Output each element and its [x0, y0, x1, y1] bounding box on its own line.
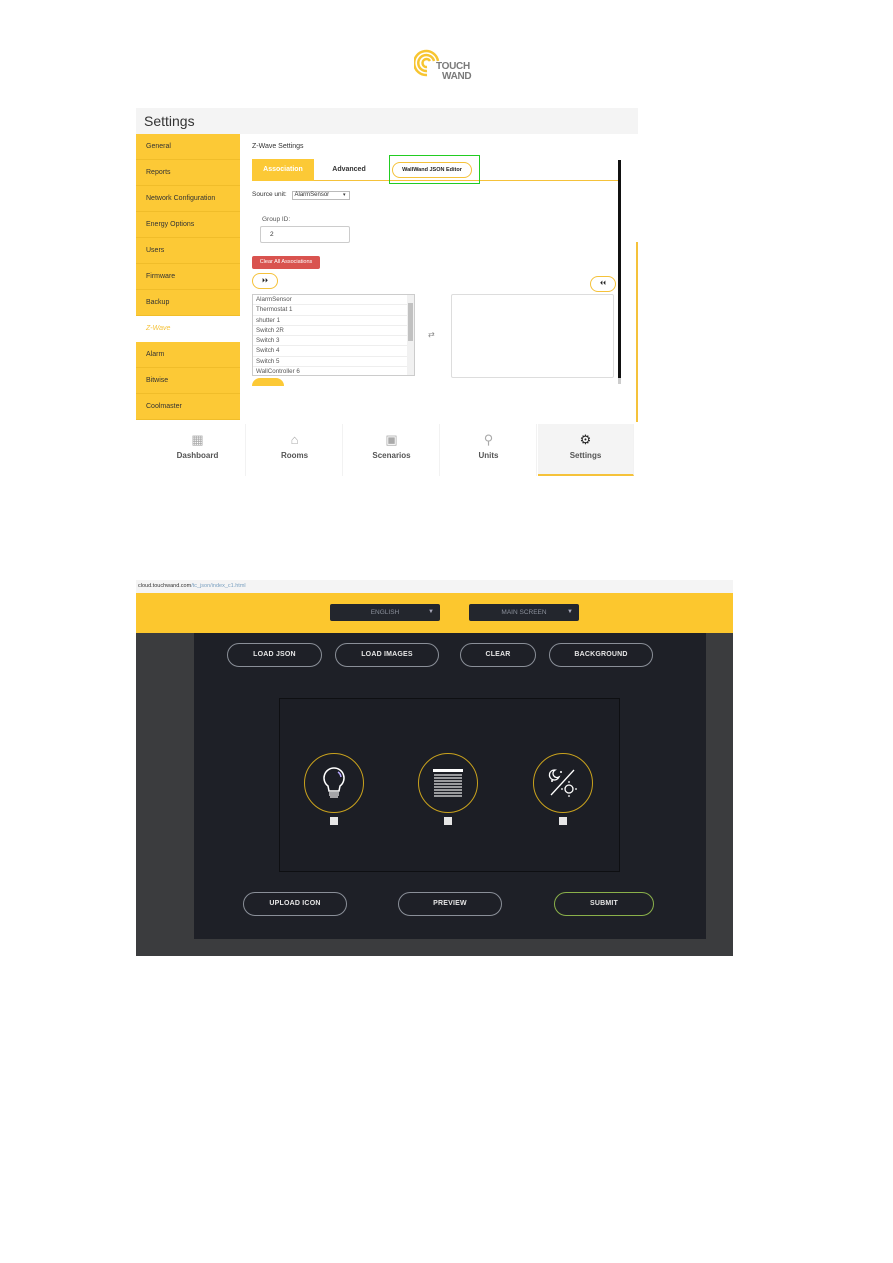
scrollbar-thumb[interactable] [408, 303, 413, 341]
source-unit-select[interactable]: AlarmSensor ▾ [291, 191, 350, 200]
nav-units[interactable]: ⚲ Units [441, 424, 537, 476]
sidebar-item-backup[interactable]: Backup [136, 290, 240, 316]
sidebar-item-general[interactable]: General [136, 134, 240, 160]
zwave-section-title: Z-Wave Settings [252, 143, 304, 150]
submit-button[interactable]: SUBMIT [554, 892, 654, 916]
yellow-edge-accent [636, 242, 638, 422]
sidebar-item-energy-options[interactable]: Energy Options [136, 212, 240, 238]
gear-icon: ⚙ [579, 432, 592, 447]
nav-label: Units [478, 451, 499, 460]
editor-panel: LOAD JSON LOAD IMAGES CLEAR BACKGROUND U… [194, 633, 706, 939]
browser-url-bar[interactable]: cloud.touchwand.com/tc_json/index_c1.htm… [136, 580, 733, 593]
list-item[interactable]: Switch 2R [253, 326, 407, 337]
panel-scrollbar-track-end [618, 378, 621, 384]
light-bulb-button[interactable] [304, 753, 364, 813]
sidebar-item-coolmaster[interactable]: Coolmaster [136, 394, 240, 420]
day-night-button[interactable] [533, 753, 593, 813]
nav-label: Rooms [280, 451, 309, 460]
screen-canvas [279, 698, 620, 872]
chevron-down-icon: ▼ [567, 609, 573, 615]
source-unit-value: AlarmSensor [294, 192, 330, 198]
load-images-button[interactable]: LOAD IMAGES [335, 643, 439, 667]
source-unit-label: Source unit: [252, 191, 287, 198]
nav-label: Settings [569, 451, 602, 460]
list-item[interactable]: AlarmSensor [253, 295, 407, 306]
group-id-input[interactable]: 2 [260, 226, 350, 243]
sidebar-item-users[interactable]: Users [136, 238, 240, 264]
background-button[interactable]: BACKGROUND [549, 643, 653, 667]
zwave-settings-panel: Z-Wave Settings Association Advanced Wal… [250, 142, 626, 422]
list-item[interactable]: WallController 6 [253, 367, 407, 375]
associated-units-list[interactable] [451, 294, 614, 378]
double-chevron-right-icon: ⏵⏵ [261, 278, 268, 284]
language-select[interactable]: ENGLISH ▼ [330, 604, 440, 621]
language-select-value: ENGLISH [370, 609, 400, 616]
nav-label: Scenarios [372, 451, 411, 460]
list-item[interactable]: Switch 3 [253, 336, 407, 347]
sidebar-item-bitwise[interactable]: Bitwise [136, 368, 240, 394]
json-editor-screenshot: cloud.touchwand.com/tc_json/index_c1.htm… [136, 580, 733, 956]
chevron-down-icon: ▼ [428, 609, 434, 615]
touchwand-logo: TOUCH WAND [414, 48, 484, 86]
sidebar-item-alarm[interactable]: Alarm [136, 342, 240, 368]
move-left-button[interactable]: ⏴⏴ [590, 276, 616, 292]
rooms-icon: ⌂ [290, 432, 299, 447]
tab-advanced[interactable]: Advanced [314, 159, 384, 181]
source-unit-row: Source unit: AlarmSensor ▾ [252, 191, 350, 200]
day-night-icon [548, 769, 577, 797]
blinds-icon [433, 769, 463, 797]
screen-select[interactable]: MAIN SCREEN ▼ [469, 604, 579, 621]
chevron-down-icon: ▾ [342, 192, 346, 198]
icon-slot-light [304, 753, 364, 828]
move-right-button[interactable]: ⏵⏵ [252, 273, 278, 289]
sidebar-item-firmware[interactable]: Firmware [136, 264, 240, 290]
double-chevron-left-icon: ⏴⏴ [599, 281, 606, 287]
list-item[interactable]: Switch 4 [253, 346, 407, 357]
tab-association[interactable]: Association [252, 159, 314, 181]
blinds-button[interactable] [418, 753, 478, 813]
url-domain: cloud.touchwand.com [138, 583, 192, 589]
upload-icon-button[interactable]: UPLOAD ICON [243, 892, 347, 916]
group-id-label: Group ID: [262, 216, 291, 223]
scenarios-icon: ▣ [385, 432, 398, 447]
list-scrollbar[interactable] [407, 295, 414, 375]
save-button-partial[interactable] [252, 378, 284, 386]
nav-dashboard[interactable]: ▦ Dashboard [150, 424, 246, 476]
light-bulb-icon [323, 767, 345, 798]
light-bulb-checkbox[interactable] [330, 817, 338, 825]
bottom-navigation: ▦ Dashboard ⌂ Rooms ▣ Scenarios ⚲ Units … [150, 424, 634, 478]
settings-header: Settings [136, 108, 638, 134]
sidebar-item-network-configuration[interactable]: Network Configuration [136, 186, 240, 212]
nav-rooms[interactable]: ⌂ Rooms [247, 424, 343, 476]
sidebar-item-zwave[interactable]: Z-Wave [136, 316, 240, 342]
day-night-checkbox[interactable] [559, 817, 567, 825]
logo-line-2: WAND [442, 71, 472, 82]
json-editor-highlight [389, 155, 480, 184]
icon-slot-blinds [418, 753, 478, 828]
nav-settings[interactable]: ⚙ Settings [538, 424, 634, 476]
list-item[interactable]: Thermostat 1 [253, 305, 407, 316]
settings-screenshot: Settings General Reports Network Configu… [136, 108, 638, 478]
url-path: /tc_json/index_c1.html [191, 583, 246, 589]
available-units-list[interactable]: AlarmSensor Thermostat 1 shutter 1 Switc… [252, 294, 415, 376]
list-item[interactable]: shutter 1 [253, 316, 407, 326]
units-icon: ⚲ [483, 432, 494, 447]
dashboard-icon: ▦ [191, 432, 204, 447]
clear-all-associations-button[interactable]: Clear All Associations [252, 256, 320, 269]
clear-button[interactable]: CLEAR [460, 643, 536, 667]
sidebar-item-reports[interactable]: Reports [136, 160, 240, 186]
nav-scenarios[interactable]: ▣ Scenarios [344, 424, 440, 476]
screen-select-value: MAIN SCREEN [501, 609, 547, 616]
list-item[interactable]: Switch 5 [253, 357, 407, 368]
editor-top-bar: ENGLISH ▼ MAIN SCREEN ▼ [136, 593, 733, 633]
icon-slot-day-night [533, 753, 593, 828]
panel-scrollbar[interactable] [618, 160, 621, 378]
preview-button[interactable]: PREVIEW [398, 892, 502, 916]
swap-arrows-icon: ⇄ [428, 330, 435, 339]
settings-sidebar: General Reports Network Configuration En… [136, 134, 240, 422]
load-json-button[interactable]: LOAD JSON [227, 643, 322, 667]
nav-label: Dashboard [176, 451, 219, 460]
blinds-checkbox[interactable] [444, 817, 452, 825]
page-title: Settings [144, 113, 195, 129]
